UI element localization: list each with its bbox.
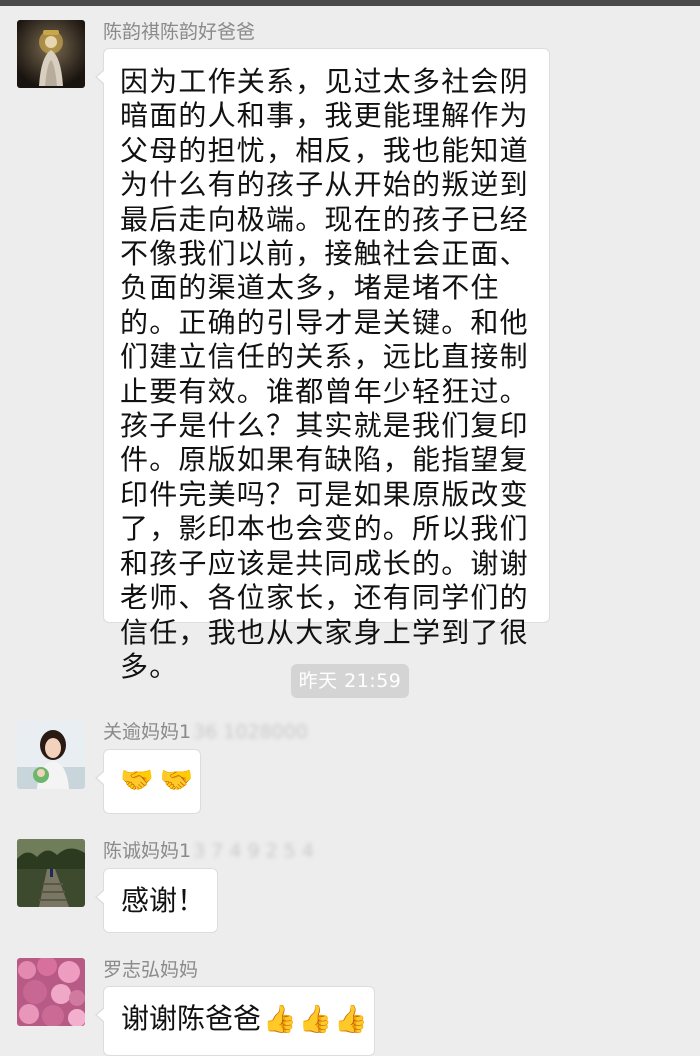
thumbs-up-icon: 👍 bbox=[334, 1003, 368, 1035]
sender-name-text: 关逾妈妈1 bbox=[103, 721, 192, 743]
sender-avatar[interactable] bbox=[17, 839, 85, 907]
sender-avatar[interactable] bbox=[17, 20, 85, 88]
message-text: 因为工作关系，见过太多社会阴暗面的人和事，我更能理解作为父母的担忧，相反，我也能… bbox=[120, 65, 529, 683]
sender-avatar[interactable] bbox=[17, 958, 85, 1026]
sender-avatar[interactable] bbox=[17, 721, 85, 789]
deity-statue-avatar bbox=[17, 20, 85, 88]
message-bubble[interactable]: 谢谢陈爸爸👍👍👍 bbox=[95, 986, 375, 1056]
girl-photo-avatar bbox=[17, 721, 85, 789]
message-bubble[interactable]: 因为工作关系，见过太多社会阴暗面的人和事，我更能理解作为父母的担忧，相反，我也能… bbox=[95, 48, 550, 683]
sender-name: 罗志弘妈妈 bbox=[103, 959, 199, 981]
sender-name-text: 陈诚妈妈1 bbox=[103, 840, 192, 862]
message-text: 感谢！ bbox=[121, 884, 206, 917]
message-bubble[interactable]: 🤝 🤝 bbox=[95, 749, 201, 814]
sender-name: 关逾妈妈1 36 1028000 bbox=[103, 720, 308, 744]
sender-name: 陈诚妈妈1 3 7 4 9 2 5 4 bbox=[103, 839, 314, 863]
timestamp-divider: 昨天 21:59 bbox=[291, 664, 409, 698]
status-bar-edge bbox=[0, 0, 700, 6]
message-bubble[interactable]: 感谢！ bbox=[95, 868, 218, 933]
obscured-phone-number: 36 1028000 bbox=[193, 721, 308, 743]
thumbs-up-icon: 👍 bbox=[263, 1003, 297, 1035]
forest-path-avatar bbox=[17, 839, 85, 907]
pink-blossoms-avatar bbox=[17, 958, 85, 1026]
handshake-icon: 🤝 bbox=[120, 765, 154, 796]
thumbs-up-icon: 👍 bbox=[298, 1003, 333, 1035]
obscured-phone-number: 3 7 4 9 2 5 4 bbox=[193, 840, 314, 862]
message-text: 谢谢陈爸爸 bbox=[121, 1002, 262, 1035]
handshake-icon: 🤝 bbox=[159, 765, 194, 796]
sender-name: 陈韵祺陈韵好爸爸 bbox=[103, 21, 256, 43]
